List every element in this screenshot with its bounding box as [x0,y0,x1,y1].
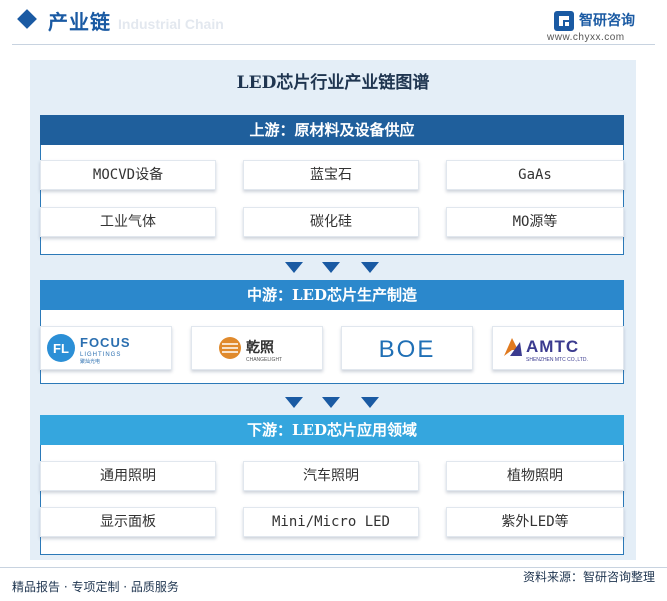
changelight-logo-icon: 乾照 CHANGELIGHT [219,337,282,363]
upstream-header: 上游：原材料及设备供应 [40,115,624,145]
downstream-item: 紫外LED等 [446,507,624,537]
midstream-header: 中游：LED芯片生产制造 [40,280,624,310]
brand-url: www.chyxx.com [547,32,625,43]
diagram-title: LED芯片行业产业链图谱 [236,73,430,93]
focus-logo-name: FOCUS [80,335,131,350]
brand-logo-icon [554,11,574,31]
upstream-item: 碳化硅 [243,207,419,237]
diamond-icon [17,9,37,29]
amtc-logo-icon: AMTC SHENZHEN MTC CO.,LTD. [504,337,588,363]
company-logo-amtc: AMTC SHENZHEN MTC CO.,LTD. [492,326,624,370]
company-logo-changelight: 乾照 CHANGELIGHT [191,326,323,370]
company-logo-boe: BOE [341,326,473,370]
down-arrow-icon [361,262,379,273]
footer-slogan: 精品报告 · 专项定制 · 品质服务 [12,580,179,594]
upstream-item: MOCVD设备 [40,160,216,190]
boe-logo-icon: BOE [379,336,436,363]
focus-logo-mark: FL [53,341,69,356]
upstream-item: MO源等 [446,207,624,237]
boe-logo-name: BOE [379,336,436,363]
down-arrow-icon [285,397,303,408]
down-arrow-icon [322,397,340,408]
changelight-logo-sub: CHANGELIGHT [246,357,282,363]
downstream-item: Mini/Micro LED [243,507,419,537]
upstream-item: 工业气体 [40,207,216,237]
footer-source: 资料来源：智研咨询整理 [522,570,655,584]
down-arrow-icon [285,262,303,273]
focus-logo-icon: FL FOCUS LIGHTINGS 聚灿光电 [47,334,131,365]
amtc-logo-sub: SHENZHEN MTC CO.,LTD. [526,357,588,363]
down-arrow-icon [322,262,340,273]
page-header: Industrial Chain 产业链 智研咨询 www.chyxx.com [0,0,667,45]
downstream-item: 植物照明 [446,461,624,491]
focus-logo-sub: LIGHTINGS [80,352,121,358]
brand-name: 智研咨询 [579,13,635,29]
upstream-item: GaAs [446,160,624,190]
downstream-item: 通用照明 [40,461,216,491]
downstream-item: 汽车照明 [243,461,419,491]
changelight-logo-name: 乾照 [246,339,274,356]
amtc-logo-name: AMTC [526,337,579,356]
header-divider [12,44,655,45]
down-arrow-icon [361,397,379,408]
company-logo-focus: FL FOCUS LIGHTINGS 聚灿光电 [40,326,172,370]
downstream-header: 下游：LED芯片应用领域 [40,415,624,445]
header-ghost-text: Industrial Chain [118,16,224,32]
downstream-item: 显示面板 [40,507,216,537]
page-title: 产业链 [48,10,111,34]
industry-chain-diagram: LED芯片行业产业链图谱 上游：原材料及设备供应 MOCVD设备 蓝宝石 GaA… [30,60,636,560]
brand: 智研咨询 www.chyxx.com [547,8,653,44]
focus-logo-cn: 聚灿光电 [80,358,100,365]
upstream-item: 蓝宝石 [243,160,419,190]
